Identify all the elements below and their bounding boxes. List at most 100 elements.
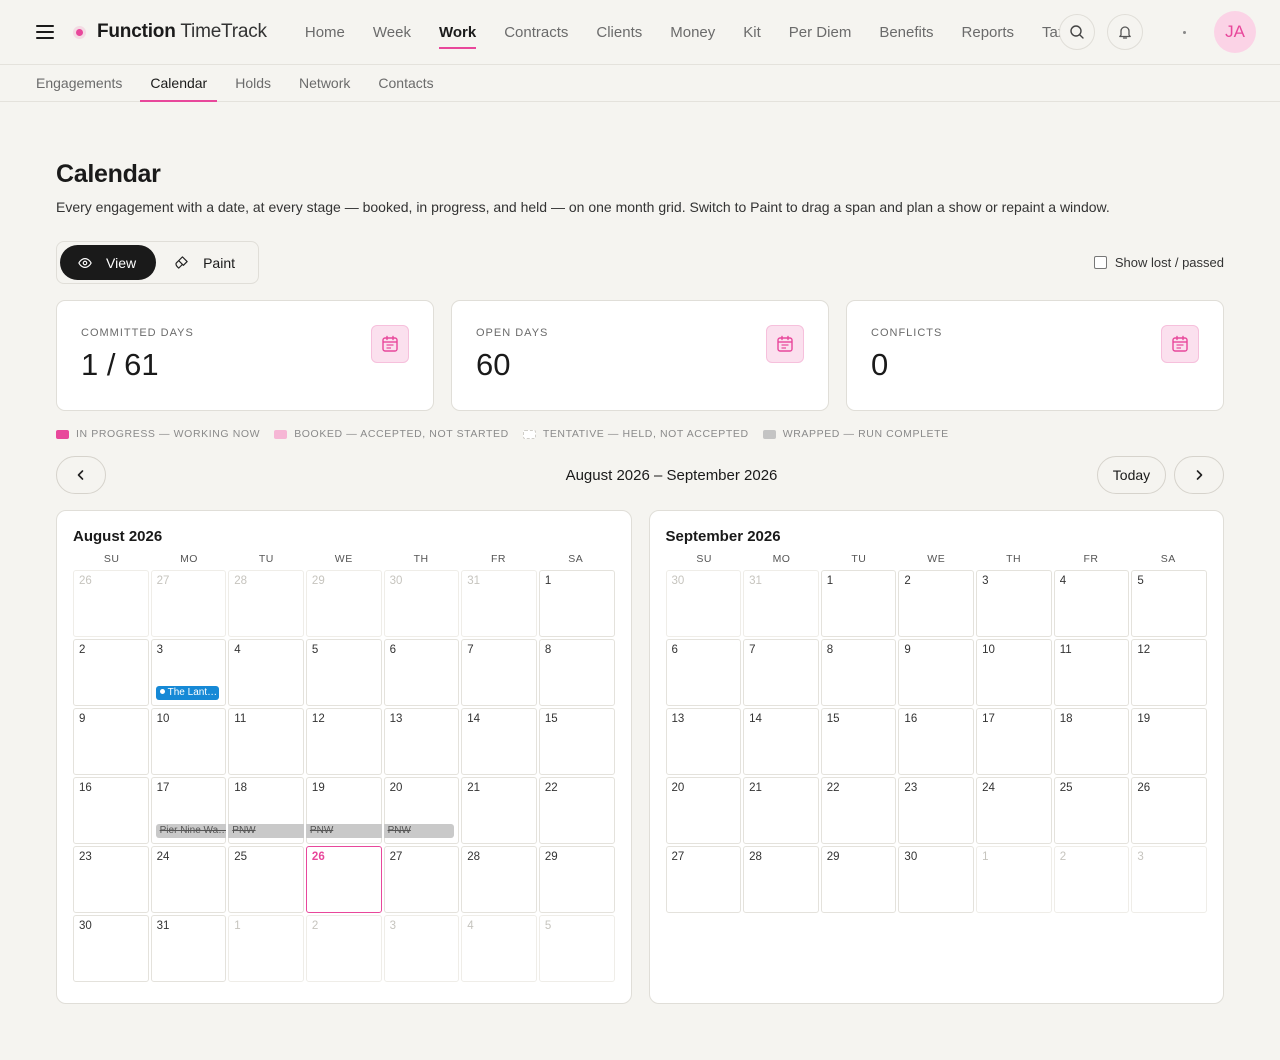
day-cell[interactable]: 22 — [820, 777, 897, 844]
day-cell[interactable]: 20 PNW — [383, 777, 460, 844]
event-chip[interactable]: PNW — [305, 824, 382, 838]
day-cell[interactable]: 31 — [743, 570, 819, 637]
tab-calendar[interactable]: Calendar — [136, 65, 221, 102]
day-cell[interactable]: 16 — [73, 777, 149, 844]
day-cell[interactable]: 23 — [73, 846, 149, 913]
day-cell[interactable]: 14 — [461, 708, 537, 775]
day-cell[interactable]: 10 — [976, 639, 1052, 706]
notifications-button[interactable] — [1107, 14, 1143, 50]
day-cell[interactable]: 26 — [73, 570, 149, 637]
day-cell[interactable]: 4 — [461, 915, 537, 982]
day-cell[interactable]: 25 — [1053, 777, 1130, 844]
event-chip[interactable]: PNW — [383, 824, 455, 838]
day-cell[interactable]: 27 — [150, 570, 227, 637]
day-cell[interactable]: 28 — [228, 570, 304, 637]
menu-icon[interactable] — [36, 25, 54, 39]
day-cell[interactable]: 11 — [1053, 639, 1130, 706]
nav-item-week[interactable]: Week — [359, 0, 425, 64]
today-button[interactable]: Today — [1096, 456, 1166, 494]
event-chip[interactable]: Pier Nine Wa… — [155, 824, 227, 838]
day-cell[interactable]: 18 PNW — [228, 777, 304, 844]
day-cell[interactable]: 15 — [820, 708, 897, 775]
nav-item-home[interactable]: Home — [291, 0, 359, 64]
paint-mode-button[interactable]: Paint — [156, 245, 255, 280]
avatar[interactable]: JA — [1214, 11, 1256, 53]
day-cell[interactable]: 30 — [383, 570, 460, 637]
day-cell[interactable]: 9 — [73, 708, 149, 775]
tab-contacts[interactable]: Contacts — [364, 65, 447, 101]
day-cell[interactable]: 24 — [150, 846, 227, 913]
day-cell[interactable]: 30 — [665, 570, 742, 637]
day-cell[interactable]: 10 — [150, 708, 227, 775]
day-cell[interactable]: 3 — [383, 915, 460, 982]
day-cell[interactable]: 30 — [73, 915, 149, 982]
day-cell[interactable]: 3 The Lant… — [150, 639, 227, 706]
day-cell[interactable]: 27 — [665, 846, 742, 913]
day-cell[interactable]: 17 — [976, 708, 1052, 775]
app-brand[interactable]: Function TimeTrack — [97, 21, 267, 43]
search-button[interactable] — [1059, 14, 1095, 50]
day-cell[interactable]: 13 — [665, 708, 742, 775]
nav-item-money[interactable]: Money — [656, 0, 729, 64]
tab-engagements[interactable]: Engagements — [22, 65, 136, 101]
day-cell[interactable]: 7 — [743, 639, 819, 706]
day-cell[interactable]: 17 Pier Nine Wa… — [150, 777, 227, 844]
nav-item-clients[interactable]: Clients — [582, 0, 656, 64]
day-cell[interactable]: 8 — [538, 639, 615, 706]
day-cell[interactable]: 21 — [461, 777, 537, 844]
day-cell[interactable]: 19 — [1131, 708, 1207, 775]
day-cell[interactable]: 22 — [538, 777, 615, 844]
day-cell[interactable]: 2 — [305, 915, 382, 982]
day-cell[interactable]: 3 — [976, 570, 1052, 637]
day-cell[interactable]: 26 — [1131, 777, 1207, 844]
day-cell[interactable]: 13 — [383, 708, 460, 775]
day-cell[interactable]: 1 — [538, 570, 615, 637]
day-cell[interactable]: 12 — [1131, 639, 1207, 706]
day-cell[interactable]: 29 — [538, 846, 615, 913]
day-cell[interactable]: 28 — [461, 846, 537, 913]
event-chip[interactable]: The Lant… — [155, 686, 220, 700]
day-cell[interactable]: 26 — [305, 846, 382, 913]
day-cell[interactable]: 31 — [461, 570, 537, 637]
day-cell[interactable]: 16 — [898, 708, 975, 775]
day-cell[interactable]: 1 — [820, 570, 897, 637]
day-cell[interactable]: 31 — [150, 915, 227, 982]
day-cell[interactable]: 21 — [743, 777, 819, 844]
day-cell[interactable]: 2 — [898, 570, 975, 637]
view-mode-button[interactable]: View — [60, 245, 157, 280]
day-cell[interactable]: 11 — [228, 708, 304, 775]
day-cell[interactable]: 6 — [665, 639, 742, 706]
day-cell[interactable]: 25 — [228, 846, 304, 913]
nav-item-kit[interactable]: Kit — [729, 0, 775, 64]
nav-item-contracts[interactable]: Contracts — [490, 0, 582, 64]
day-cell[interactable]: 15 — [538, 708, 615, 775]
day-cell[interactable]: 23 — [898, 777, 975, 844]
nav-item-per-diem[interactable]: Per Diem — [775, 0, 866, 64]
day-cell[interactable]: 12 — [305, 708, 382, 775]
tab-network[interactable]: Network — [285, 65, 364, 101]
day-cell[interactable]: 27 — [383, 846, 460, 913]
day-cell[interactable]: 1 — [228, 915, 304, 982]
day-cell[interactable]: 5 — [1131, 570, 1207, 637]
day-cell[interactable]: 7 — [461, 639, 537, 706]
day-cell[interactable]: 29 — [305, 570, 382, 637]
day-cell[interactable]: 28 — [743, 846, 819, 913]
day-cell[interactable]: 20 — [665, 777, 742, 844]
day-cell[interactable]: 6 — [383, 639, 460, 706]
show-lost-checkbox[interactable] — [1093, 256, 1107, 269]
day-cell[interactable]: 9 — [898, 639, 975, 706]
prev-month-button[interactable] — [56, 456, 106, 494]
nav-item-reports[interactable]: Reports — [948, 0, 1029, 64]
next-month-button[interactable] — [1173, 456, 1224, 494]
day-cell[interactable]: 18 — [1053, 708, 1130, 775]
day-cell[interactable]: 29 — [820, 846, 897, 913]
event-chip[interactable]: PNW — [228, 824, 304, 838]
day-cell[interactable]: 5 — [538, 915, 615, 982]
day-cell[interactable]: 1 — [976, 846, 1052, 913]
day-cell[interactable]: 4 — [1053, 570, 1130, 637]
day-cell[interactable]: 5 — [305, 639, 382, 706]
day-cell[interactable]: 30 — [898, 846, 975, 913]
day-cell[interactable]: 2 — [73, 639, 149, 706]
day-cell[interactable]: 2 — [1053, 846, 1130, 913]
day-cell[interactable]: 19 PNW — [305, 777, 382, 844]
